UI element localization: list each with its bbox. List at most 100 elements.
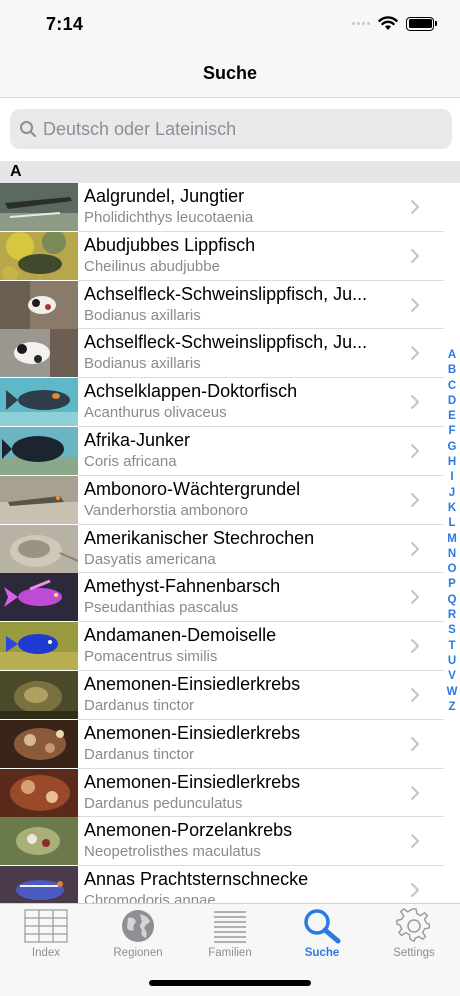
list-item[interactable]: Anemonen-Einsiedlerkrebs Dardanus tincto… [0,670,460,720]
chevron-right-icon [411,883,419,898]
chevron-right-icon [411,297,419,312]
species-list[interactable]: Aalgrundel, Jungtier Pholidichthys leuco… [0,183,460,903]
list-item[interactable]: Amethyst-Fahnenbarsch Pseudanthias pasca… [0,573,460,623]
index-letter[interactable]: R [444,608,460,623]
list-item[interactable]: Anemonen-Einsiedlerkrebs Dardanus pedunc… [0,768,460,818]
index-letter[interactable]: P [444,577,460,592]
species-latin-name: Cheilinus abudjubbe [84,257,220,275]
home-indicator[interactable] [149,980,311,986]
section-header: A [0,161,460,183]
status-time: 7:14 [46,14,84,34]
list-item[interactable]: Annas Prachtsternschnecke Chromodoris an… [0,866,460,903]
tab-settings[interactable]: Settings [368,908,460,968]
list-item[interactable]: Afrika-Junker Coris africana [0,426,460,476]
index-letter[interactable]: L [444,516,460,531]
species-name: Andamanen-Demoiselle [84,625,277,646]
species-thumbnail [0,524,78,573]
species-thumbnail [0,378,78,427]
species-name: Anemonen-Einsiedlerkrebs [84,722,301,743]
index-letter[interactable]: M [444,532,460,547]
index-letter[interactable]: A [444,348,460,363]
index-letter[interactable]: J [444,486,460,501]
list-item[interactable]: Aalgrundel, Jungtier Pholidichthys leuco… [0,183,460,232]
index-letter[interactable]: U [444,654,460,669]
list-item[interactable]: Achselfleck-Schweinslippfisch, Ju... Bod… [0,280,460,330]
list-item[interactable]: Achselklappen-Doktorfisch Acanthurus oli… [0,378,460,427]
tab-label: Settings [393,947,435,959]
species-thumbnail [0,768,78,817]
species-latin-name: Dardanus tinctor [84,745,195,763]
chevron-right-icon [411,248,419,263]
species-thumbnail [0,670,78,719]
species-name: Abudjubbes Lippfisch [84,234,256,255]
list-item[interactable]: Abudjubbes Lippfisch Cheilinus abudjubbe [0,231,460,281]
species-latin-name: Chromodoris annae [84,892,216,903]
list-item[interactable]: Anemonen-Porzelankrebs Neopetrolisthes m… [0,817,460,867]
species-thumbnail [0,280,78,329]
tab-familien[interactable]: Familien [184,908,276,968]
search-field[interactable] [10,109,452,149]
tab-label: Index [31,947,61,959]
section-index[interactable]: A B C D E F G H I J K L M N O P Q R S T … [444,348,460,715]
species-latin-name: Coris africana [84,452,177,470]
index-letter[interactable]: V [444,669,460,684]
list-item[interactable]: Anemonen-Einsiedlerkrebs Dardanus tincto… [0,719,460,769]
species-thumbnail [0,622,78,671]
index-letter[interactable]: Q [444,593,460,608]
species-latin-name: Acanthurus olivaceus [84,404,227,422]
list-lines-icon [214,911,246,943]
species-thumbnail [0,866,78,903]
index-letter[interactable]: H [444,455,460,470]
search-bar [0,99,460,161]
species-latin-name: Pseudanthias pascalus [84,599,239,617]
index-letter[interactable]: O [444,562,460,577]
chevron-right-icon [411,639,419,654]
search-icon [304,909,341,944]
chevron-right-icon [411,395,419,410]
index-letter[interactable]: T [444,639,460,654]
species-name: Aalgrundel, Jungtier [84,186,245,206]
index-letter[interactable]: D [444,394,460,409]
index-letter[interactable]: S [444,623,460,638]
species-latin-name: Bodianus axillaris [84,355,201,373]
species-name: Achselklappen-Doktorfisch [84,381,298,402]
search-input[interactable] [43,118,423,140]
status-icons [352,16,437,31]
index-letter[interactable]: B [444,363,460,378]
navigation-bar: Suche [0,50,460,98]
species-name: Amerikanischer Stechrochen [84,527,315,548]
chevron-right-icon [411,785,419,800]
species-name: Amethyst-Fahnenbarsch [84,576,281,597]
index-letter[interactable]: E [444,409,460,424]
index-letter[interactable]: N [444,547,460,562]
list-item[interactable]: Andamanen-Demoiselle Pomacentrus similis [0,622,460,671]
chevron-right-icon [411,200,419,214]
index-letter[interactable]: K [444,501,460,516]
index-letter[interactable]: Z [444,700,460,715]
chevron-right-icon [411,590,419,605]
list-item[interactable]: Amerikanischer Stechrochen Dasyatis amer… [0,524,460,574]
cellular-signal-icon [352,22,370,25]
species-latin-name: Bodianus axillaris [84,306,201,324]
species-latin-name: Pomacentrus similis [84,648,218,666]
species-thumbnail [0,183,78,231]
index-letter[interactable]: C [444,379,460,394]
status-bar: 7:14 [0,0,460,50]
species-latin-name: Dasyatis americana [84,550,216,568]
index-letter[interactable]: W [444,685,460,700]
index-letter[interactable]: F [444,424,460,439]
chevron-right-icon [411,687,419,702]
tab-suche[interactable]: Suche [276,908,368,968]
species-name: Afrika-Junker [84,429,191,450]
species-latin-name: Pholidichthys leucotaenia [84,209,254,226]
list-item[interactable]: Ambonoro-Wächtergrundel Vanderhorstia am… [0,475,460,525]
tab-regionen[interactable]: Regionen [92,908,184,968]
index-letter[interactable]: I [444,470,460,485]
page-title: Suche [202,63,258,83]
tab-index[interactable]: Index [0,908,92,968]
species-name: Anemonen-Porzelankrebs [84,820,293,841]
list-item[interactable]: Achselfleck-Schweinslippfisch, Ju... Bod… [0,329,460,379]
chevron-right-icon [411,834,419,849]
index-letter[interactable]: G [444,440,460,455]
tab-label: Suche [304,947,340,959]
